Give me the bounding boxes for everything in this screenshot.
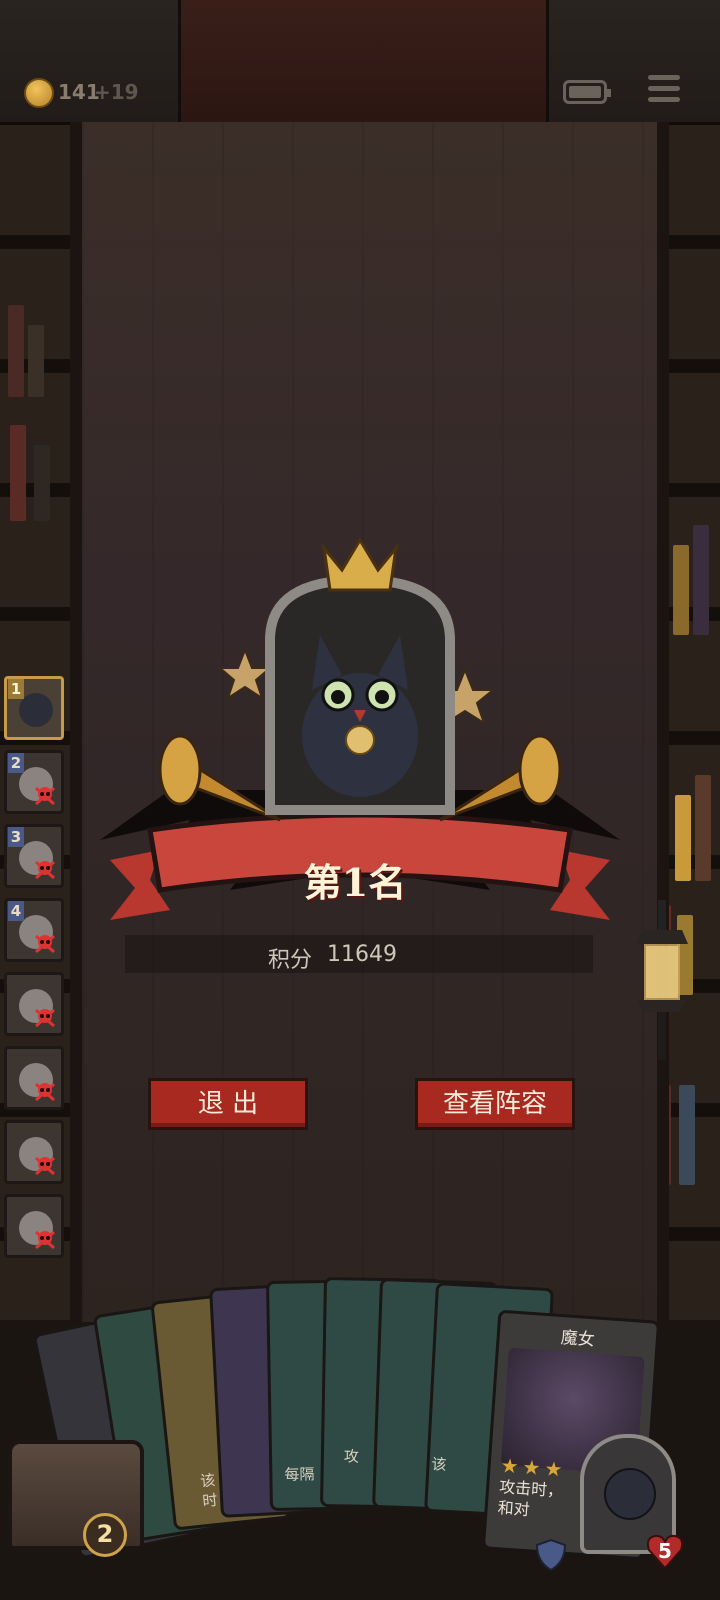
skull-icon bbox=[35, 1008, 55, 1028]
rank-title: 第1名 bbox=[303, 860, 407, 905]
menu-icon[interactable] bbox=[648, 75, 680, 107]
skull-icon bbox=[35, 786, 55, 806]
card-partial-text: 时 bbox=[201, 1490, 219, 1511]
battery-icon bbox=[563, 80, 611, 104]
skull-icon bbox=[35, 860, 55, 880]
player-rank: 3 bbox=[8, 827, 24, 847]
player-slot[interactable] bbox=[4, 972, 64, 1036]
player-slot[interactable] bbox=[4, 1194, 64, 1258]
lantern-icon bbox=[636, 900, 688, 1060]
skull-icon bbox=[35, 1082, 55, 1102]
skull-icon bbox=[35, 1156, 55, 1176]
player-slot[interactable]: 3 bbox=[4, 824, 64, 888]
crown-icon bbox=[321, 537, 399, 592]
owl-hero-icon bbox=[604, 1468, 656, 1520]
card-partial-text: 该 bbox=[431, 1455, 448, 1474]
card-partial-text: 每隔 bbox=[284, 1465, 315, 1484]
deck-count-badge: 2 bbox=[83, 1513, 127, 1557]
skull-icon bbox=[35, 1230, 55, 1250]
hp-value: 5 bbox=[658, 1539, 672, 1563]
player-avatar bbox=[19, 693, 53, 727]
player-slot[interactable] bbox=[4, 1120, 64, 1184]
coin-icon bbox=[24, 78, 54, 108]
top-bar: 141 +19 bbox=[0, 0, 720, 125]
exit-button[interactable]: 退 出 bbox=[148, 1078, 308, 1130]
player-slot[interactable]: 4 bbox=[4, 898, 64, 962]
left-star-icon bbox=[217, 647, 273, 701]
card-partial-text: 攻 bbox=[343, 1447, 360, 1466]
player-rank: 4 bbox=[8, 901, 24, 921]
player-slot[interactable]: 2 bbox=[4, 750, 64, 814]
shield-icon bbox=[535, 1538, 567, 1572]
score-label: 积分 bbox=[268, 948, 313, 973]
player-slot[interactable]: 1 bbox=[4, 676, 64, 740]
player-slot[interactable] bbox=[4, 1046, 64, 1110]
coin-income: +19 bbox=[94, 80, 139, 104]
score-value: 11649 bbox=[327, 942, 397, 967]
player-rank: 2 bbox=[8, 753, 24, 773]
player-rank: 1 bbox=[8, 679, 24, 699]
view-lineup-button[interactable]: 查看阵容 bbox=[415, 1078, 575, 1130]
top-center-tab bbox=[178, 0, 549, 122]
skull-icon bbox=[35, 934, 55, 954]
card-description: 和对 bbox=[497, 1498, 531, 1520]
